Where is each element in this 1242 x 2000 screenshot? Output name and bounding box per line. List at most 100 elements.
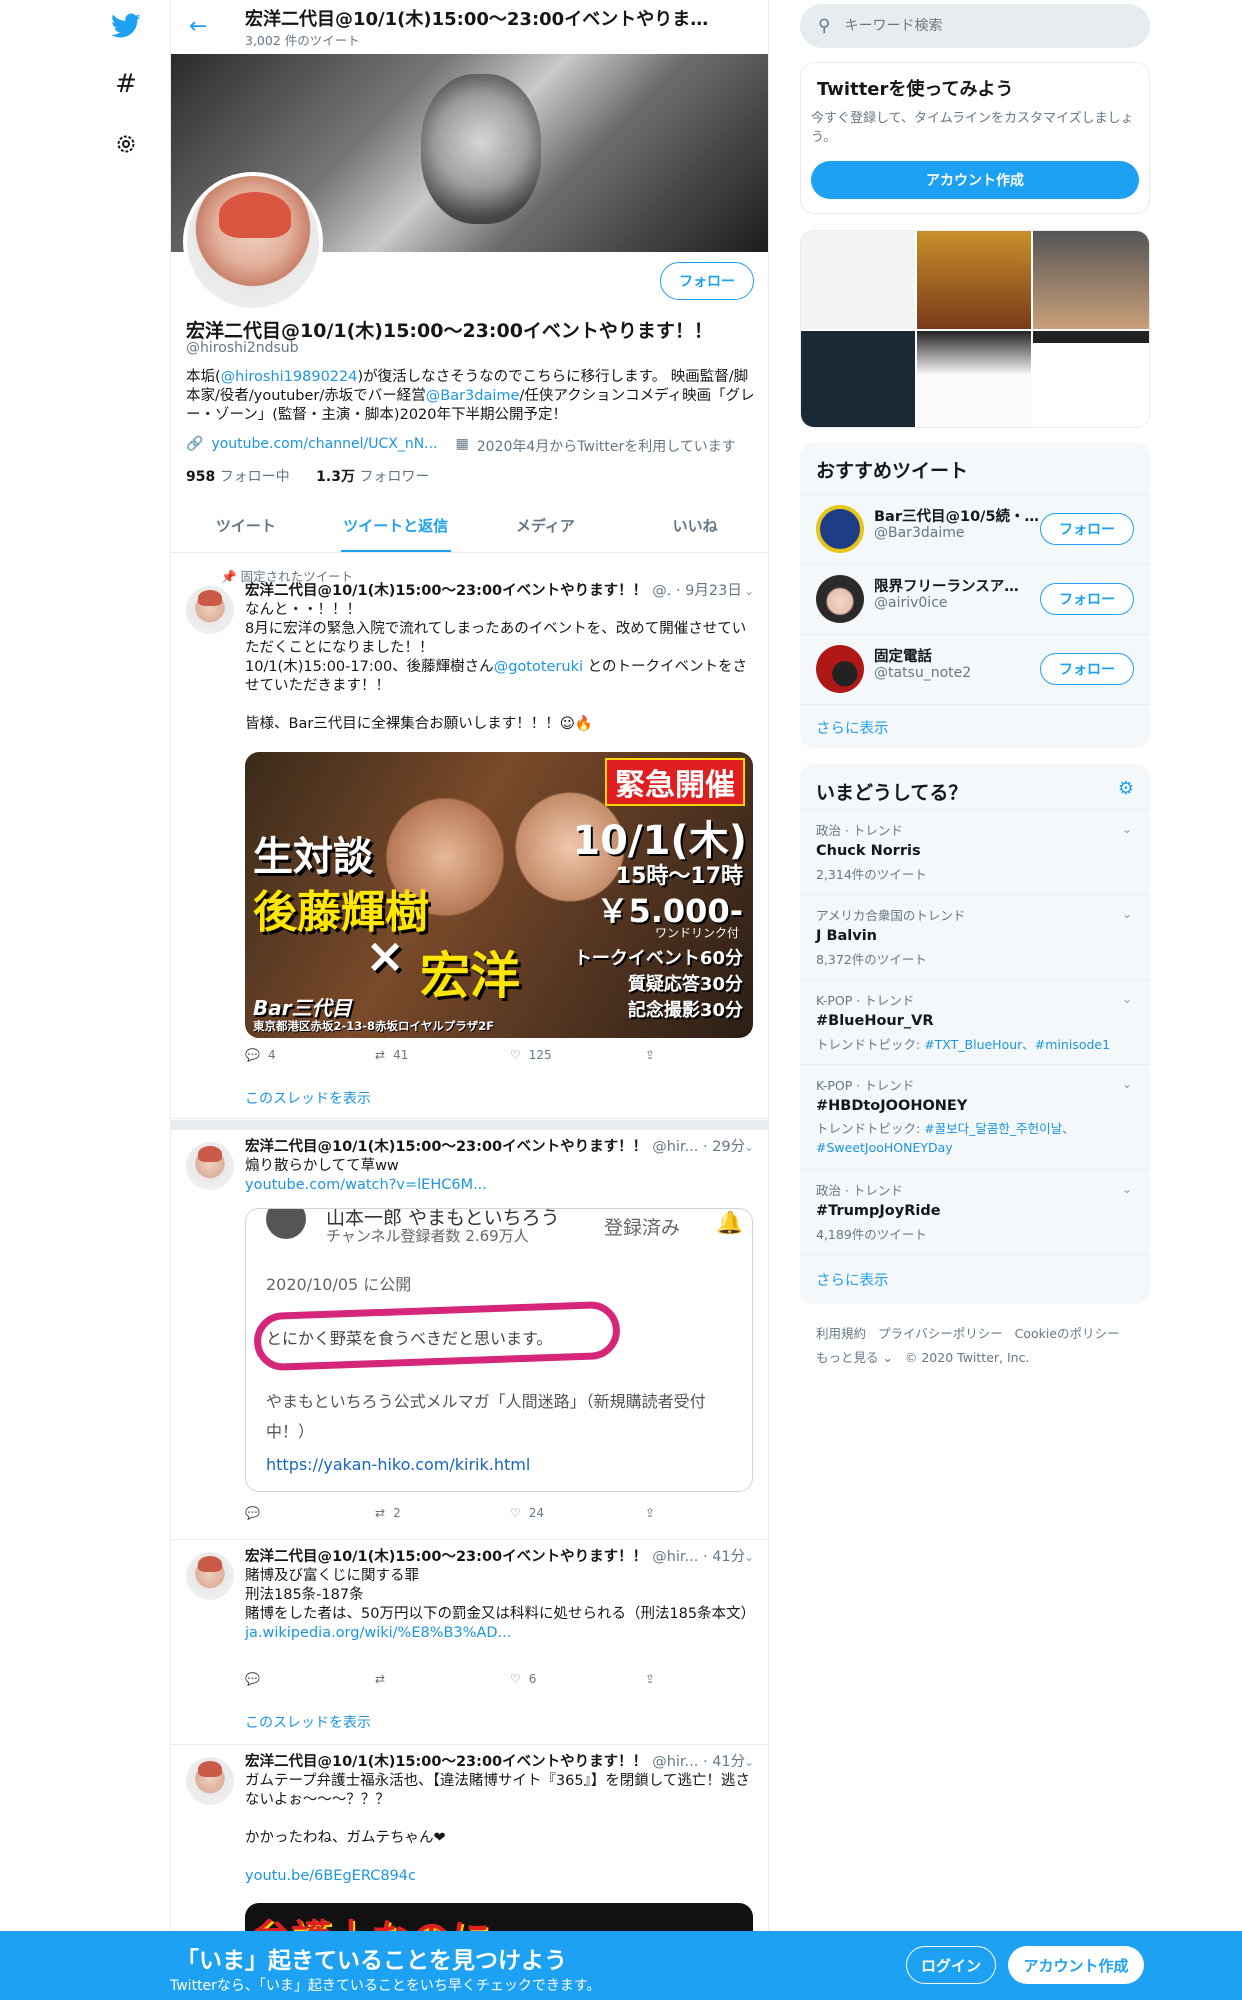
link-icon: 🔗	[186, 436, 204, 452]
publish-date: 2020/10/05 に公開	[266, 1275, 412, 1294]
more-link[interactable]: もっと見る ⌄	[816, 1350, 893, 1365]
profile-avatar[interactable]	[183, 172, 323, 312]
bottom-bar-subtitle: Twitterなら、「いま」起きていることをいち早くチェックできます。	[170, 1978, 601, 1994]
chevron-down-icon[interactable]: ⌄	[1122, 822, 1132, 836]
tweet[interactable]: ⌄ 宏洋二代目@10/1(木)15:00〜23:00イベントやります！！ @hi…	[171, 1130, 768, 1540]
follow-button[interactable]: フォロー	[1040, 653, 1134, 685]
mention-link[interactable]: @gototeruki	[494, 659, 583, 675]
tweet-text: 賭博をした者は、50万円以下の罰金又は科料に処せられる（刑法185条本文）	[245, 1606, 756, 1622]
user-avatar[interactable]	[816, 645, 864, 693]
trend-item[interactable]: 政治 · トレンド Chuck Norris 2,314件のツイート ⌄	[800, 809, 1150, 894]
media-thumbnail[interactable]	[801, 231, 915, 329]
share-button[interactable]: ⇪	[645, 1672, 655, 1686]
retweet-button[interactable]: ⇄ 41	[375, 1048, 408, 1062]
twitter-logo-icon[interactable]	[100, 0, 152, 52]
following-link[interactable]: 958 フォロー中	[186, 469, 290, 485]
terms-link[interactable]: 利用規約	[816, 1326, 866, 1341]
reply-button[interactable]: 💬 4	[245, 1048, 276, 1062]
tweet-avatar[interactable]	[186, 586, 234, 634]
reply-button[interactable]: 💬	[245, 1672, 260, 1686]
tweet-body: 宏洋二代目@10/1(木)15:00〜23:00イベントやります！！ @. · …	[245, 582, 755, 734]
followers-link[interactable]: 1.3万 フォロワー	[316, 469, 429, 485]
media-thumbnail[interactable]	[917, 231, 1031, 329]
like-button[interactable]: ♡ 6	[510, 1672, 536, 1686]
bio-mention-link[interactable]: @hiroshi19890224	[221, 369, 358, 385]
share-button[interactable]: ⇪	[645, 1506, 655, 1520]
follow-button[interactable]: フォロー	[660, 262, 754, 300]
media-thumbnail[interactable]	[917, 331, 1031, 427]
tweet-link[interactable]: ja.wikipedia.org/wiki/%E8%B3%AD...	[245, 1625, 511, 1641]
follow-button[interactable]: フォロー	[1040, 583, 1134, 615]
profile-meta: 🔗 youtube.com/channel/UCX_nN... ▦ 2020年4…	[186, 436, 736, 456]
recommend-user[interactable]: Bar三代目@10/5続・… @Bar3daime フォロー	[800, 494, 1150, 564]
chevron-down-icon[interactable]: ⌄	[1122, 1182, 1132, 1196]
share-button[interactable]: ⇪	[645, 1048, 655, 1062]
settings-gear-icon[interactable]: ⚙	[1118, 778, 1134, 799]
show-more-link[interactable]: さらに表示	[800, 1254, 1150, 1304]
explore-hashtag-icon[interactable]: #	[100, 58, 152, 110]
trend-item[interactable]: 政治 · トレンド #TrumpJoyRide 4,189件のツイート ⌄	[800, 1169, 1150, 1254]
tweet-avatar[interactable]	[186, 1757, 234, 1805]
tweet-header: 宏洋二代目@10/1(木)15:00〜23:00イベントやります！！ @hir.…	[245, 1139, 746, 1155]
trend-item[interactable]: K-POP · トレンド #BlueHour_VR トレンドトピック: #TXT_B…	[800, 979, 1150, 1064]
tweet-text: なんと・・！！！	[245, 602, 361, 618]
privacy-link[interactable]: プライバシーポリシー	[878, 1326, 1003, 1341]
reply-button[interactable]: 💬	[245, 1506, 260, 1520]
media-thumbnail[interactable]	[1033, 231, 1149, 329]
create-account-button[interactable]: アカウント作成	[811, 161, 1139, 199]
tab-tweets-replies[interactable]: ツイートと返信	[321, 499, 471, 552]
trend-item[interactable]: アメリカ合衆国のトレンド J Balvin 8,372件のツイート ⌄	[800, 894, 1150, 979]
event-schedule: トークイベント60分 質疑応答30分 記念撮影30分	[573, 948, 743, 1021]
chevron-down-icon[interactable]: ⌄	[1122, 907, 1132, 921]
retweet-button[interactable]: ⇄ 2	[375, 1506, 401, 1520]
like-button[interactable]: ♡ 24	[510, 1506, 544, 1520]
media-thumbnail[interactable]	[1033, 331, 1149, 427]
login-button[interactable]: ログイン	[906, 1946, 996, 1984]
heart-icon: ♡	[510, 1506, 521, 1520]
back-arrow-icon[interactable]: ←	[189, 14, 207, 39]
profile-url-link[interactable]: youtube.com/channel/UCX_nN...	[211, 436, 437, 456]
like-button[interactable]: ♡ 125	[510, 1048, 552, 1062]
retweet-icon: ⇄	[375, 1672, 386, 1686]
tweet-text: 10/1(木)15:00-17:00、後藤輝樹さん@gototeruki とのト…	[245, 659, 747, 694]
follow-button[interactable]: フォロー	[1040, 513, 1134, 545]
screenshot-image[interactable]: 山本一郎 やまもといちろう チャンネル登録者数 2.69万人 登録済み 🔔 20…	[245, 1208, 753, 1492]
trend-item[interactable]: K-POP · トレンド #HBDtoJOOHONEY トレンドトピック: #꿀보다…	[800, 1064, 1150, 1169]
tweet-event-image[interactable]: 緊急開催 10/1(木) 15時〜17時 ￥5.000- ワンドリンク付 生対談…	[245, 752, 753, 1038]
signup-title: Twitterを使ってみよう	[817, 79, 1014, 100]
media-thumbnail[interactable]	[801, 331, 915, 427]
cookie-link[interactable]: Cookieのポリシー	[1015, 1326, 1120, 1341]
tweet[interactable]: ⌄ 宏洋二代目@10/1(木)15:00〜23:00イベントやります！！ @hi…	[171, 1540, 768, 1745]
user-avatar[interactable]	[816, 575, 864, 623]
bio-mention-link[interactable]: @Bar3daime	[426, 388, 520, 404]
tab-likes[interactable]: いいね	[620, 499, 768, 552]
show-more-link[interactable]: さらに表示	[800, 704, 1150, 748]
user-avatar[interactable]	[816, 505, 864, 553]
tweet-avatar[interactable]	[186, 1142, 234, 1190]
tweet-avatar[interactable]	[186, 1552, 234, 1600]
show-thread-link[interactable]: このスレッドを表示	[245, 1712, 371, 1732]
retweet-button[interactable]: ⇄	[375, 1672, 385, 1686]
tweet-link[interactable]: youtube.com/watch?v=lEHC6M...	[245, 1177, 487, 1193]
tweet-text: 8月に宏洋の緊急入院で流れてしまったあのイベントを、改めて開催させていただくこと…	[245, 621, 747, 656]
signup-button[interactable]: アカウント作成	[1008, 1946, 1144, 1984]
footer-links: 利用規約 プライバシーポリシー Cookieのポリシー もっと見る ⌄ © 20…	[816, 1322, 1136, 1370]
reply-icon: 💬	[245, 1048, 260, 1062]
show-thread-link[interactable]: このスレッドを表示	[245, 1088, 371, 1108]
tab-tweets[interactable]: ツイート	[171, 499, 321, 552]
search-box[interactable]: ⚲	[800, 4, 1150, 48]
chevron-down-icon[interactable]: ⌄	[1122, 992, 1132, 1006]
chevron-down-icon[interactable]: ⌄	[1122, 1077, 1132, 1091]
settings-gear-icon[interactable]	[100, 118, 152, 170]
tweet-text: かかったわね、ガムテちゃん❤	[245, 1830, 446, 1846]
search-input[interactable]	[844, 18, 1115, 34]
recommend-user[interactable]: 限界フリーランスア… @airiv0ice フォロー	[800, 564, 1150, 634]
bar-logo-text: Bar三代目	[253, 996, 352, 1020]
tab-media[interactable]: メディア	[471, 499, 621, 552]
reply-icon: 💬	[245, 1672, 260, 1686]
retweet-icon: ⇄	[375, 1506, 386, 1520]
tweet-link[interactable]: youtu.be/6BEgERC894c	[245, 1868, 416, 1884]
recommend-user[interactable]: 固定電話 @tatsu_note2 フォロー	[800, 634, 1150, 704]
user-name: 限界フリーランスア…	[874, 579, 1019, 595]
tweet-pinned[interactable]: 📌 固定されたツイート ⌄ 宏洋二代目@10/1(木)15:00〜23:00イベ…	[171, 554, 768, 1119]
